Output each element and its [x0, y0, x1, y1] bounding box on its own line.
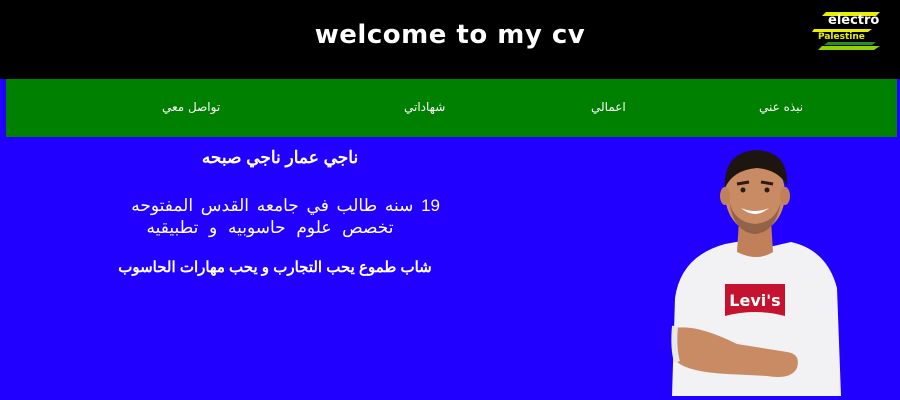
profile-photo: Levi's [667, 148, 845, 396]
person-photo-icon: Levi's [671, 150, 841, 396]
electro-palestine-logo[interactable]: electro Palestine [812, 10, 884, 56]
logo-text-palestine: Palestine [818, 32, 865, 42]
main-nav: نبذه عني اعمالي شهاداتي تواصل معي [6, 79, 897, 137]
profile-tagline: شاب طموع يحب التجارب و يحب مهارات الحاسو… [118, 259, 432, 276]
nav-item-about[interactable]: نبذه عني [759, 100, 803, 114]
profile-name: ناجي عمار ناجي صبحه [201, 148, 359, 167]
nav-item-works[interactable]: اعمالي [591, 100, 626, 114]
shirt-logo-text: Levi's [729, 291, 780, 310]
bio-line-age-university: 19 سنه طالب في جامعه القدس المفتوحه [131, 196, 440, 215]
bio-line-major: تخصص علوم حاسوبيه و تطبيقيه [146, 218, 394, 237]
header-bar: welcome to my cv electro Palestine [0, 0, 900, 79]
nav-item-contact[interactable]: تواصل معي [162, 100, 220, 114]
nav-item-certificates[interactable]: شهاداتي [404, 100, 445, 114]
logo-text-electro: electro [828, 13, 880, 28]
site-title: welcome to my cv [314, 20, 586, 50]
profile-bio: 19 سنه طالب في جامعه القدس المفتوحه تخصص… [100, 195, 440, 239]
